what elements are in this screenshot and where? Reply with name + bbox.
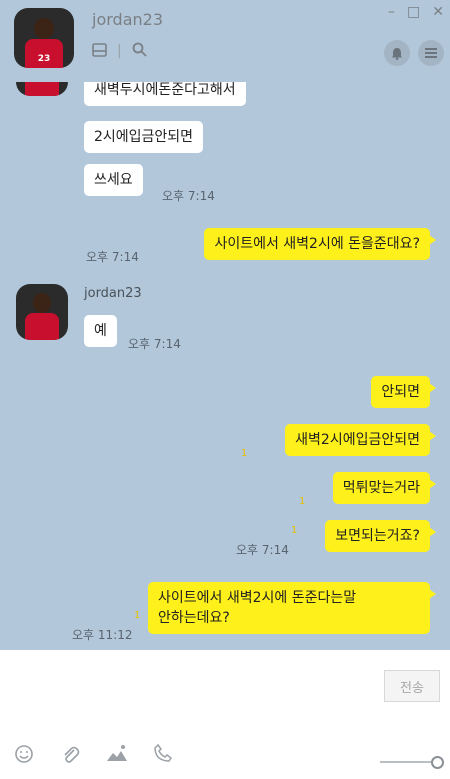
send-button[interactable]: 전송 xyxy=(384,670,440,702)
message-bubble-outgoing[interactable]: 안되면 xyxy=(371,376,436,408)
message-bubble-outgoing[interactable]: 먹튀맞는거라 xyxy=(332,472,437,504)
window-controls: – □ ✕ xyxy=(388,4,444,20)
unread-count: 1 xyxy=(299,496,306,507)
sender-avatar[interactable] xyxy=(16,284,68,340)
avatar-jersey-number: 23 xyxy=(37,54,51,65)
bell-icon[interactable] xyxy=(384,40,410,66)
avatar-face xyxy=(33,17,55,40)
unread-count: 1 xyxy=(291,525,298,536)
emoji-icon[interactable] xyxy=(14,744,34,769)
avatar-face xyxy=(33,292,51,314)
message-bubble-incoming[interactable]: 2시에입금안되면 xyxy=(84,121,204,153)
message-bubble-incoming[interactable]: 예 xyxy=(84,315,117,347)
input-toolbar xyxy=(14,743,173,769)
message-bubble-incoming[interactable]: 새벽두시에돈준다고해서 xyxy=(84,82,246,106)
minimize-icon[interactable]: – xyxy=(388,4,395,20)
avatar-jersey xyxy=(25,313,59,340)
drawer-icon[interactable] xyxy=(92,42,107,60)
message-timestamp: 오후 7:14 xyxy=(86,250,139,264)
paperclip-icon[interactable] xyxy=(60,744,80,769)
opacity-slider-handle[interactable] xyxy=(431,756,444,769)
avatar-jersey xyxy=(25,82,59,96)
message-bubble-outgoing[interactable]: 사이트에서 새벽2시에 돈준다는말 안하는데요? xyxy=(148,582,436,634)
menu-icon[interactable] xyxy=(418,40,444,66)
message-bubble-outgoing[interactable]: 사이트에서 새벽2시에 돈을준대요? xyxy=(204,228,436,260)
message-bubble-outgoing[interactable]: 새벽2시에입금안되면 xyxy=(285,424,436,456)
message-bubble-incoming[interactable]: 쓰세요 xyxy=(84,164,143,196)
message-timestamp: 오후 11:12 xyxy=(72,628,133,642)
message-input-area[interactable]: 전송 xyxy=(0,650,450,779)
message-text-line: 사이트에서 새벽2시에 돈준다는말 xyxy=(158,590,357,606)
message-timestamp: 오후 7:14 xyxy=(236,543,289,557)
header-toolbar: | xyxy=(92,42,147,60)
chat-title: jordan23 xyxy=(92,10,163,29)
search-icon[interactable] xyxy=(132,42,147,60)
unread-count: 1 xyxy=(134,610,141,621)
sender-name: jordan23 xyxy=(84,286,142,301)
maximize-icon[interactable]: □ xyxy=(407,4,420,20)
opacity-slider-track[interactable] xyxy=(380,761,438,763)
message-bubble-outgoing[interactable]: 보면되는거죠? xyxy=(325,520,436,552)
image-icon[interactable] xyxy=(106,744,128,769)
message-text-line: 안하는데요? xyxy=(158,610,230,626)
message-list[interactable]: 새벽두시에돈준다고해서 2시에입금안되면 쓰세요 오후 7:14 사이트에서 새… xyxy=(0,82,450,650)
unread-count: 1 xyxy=(241,448,248,459)
phone-icon[interactable] xyxy=(154,743,173,769)
message-timestamp: 오후 7:14 xyxy=(128,337,181,351)
profile-avatar[interactable]: 23 xyxy=(14,8,74,68)
message-timestamp: 오후 7:14 xyxy=(162,189,215,203)
sender-avatar[interactable] xyxy=(16,82,68,96)
chat-header: 23 jordan23 | – □ ✕ xyxy=(0,0,450,82)
close-icon[interactable]: ✕ xyxy=(432,4,444,20)
divider: | xyxy=(117,43,122,59)
